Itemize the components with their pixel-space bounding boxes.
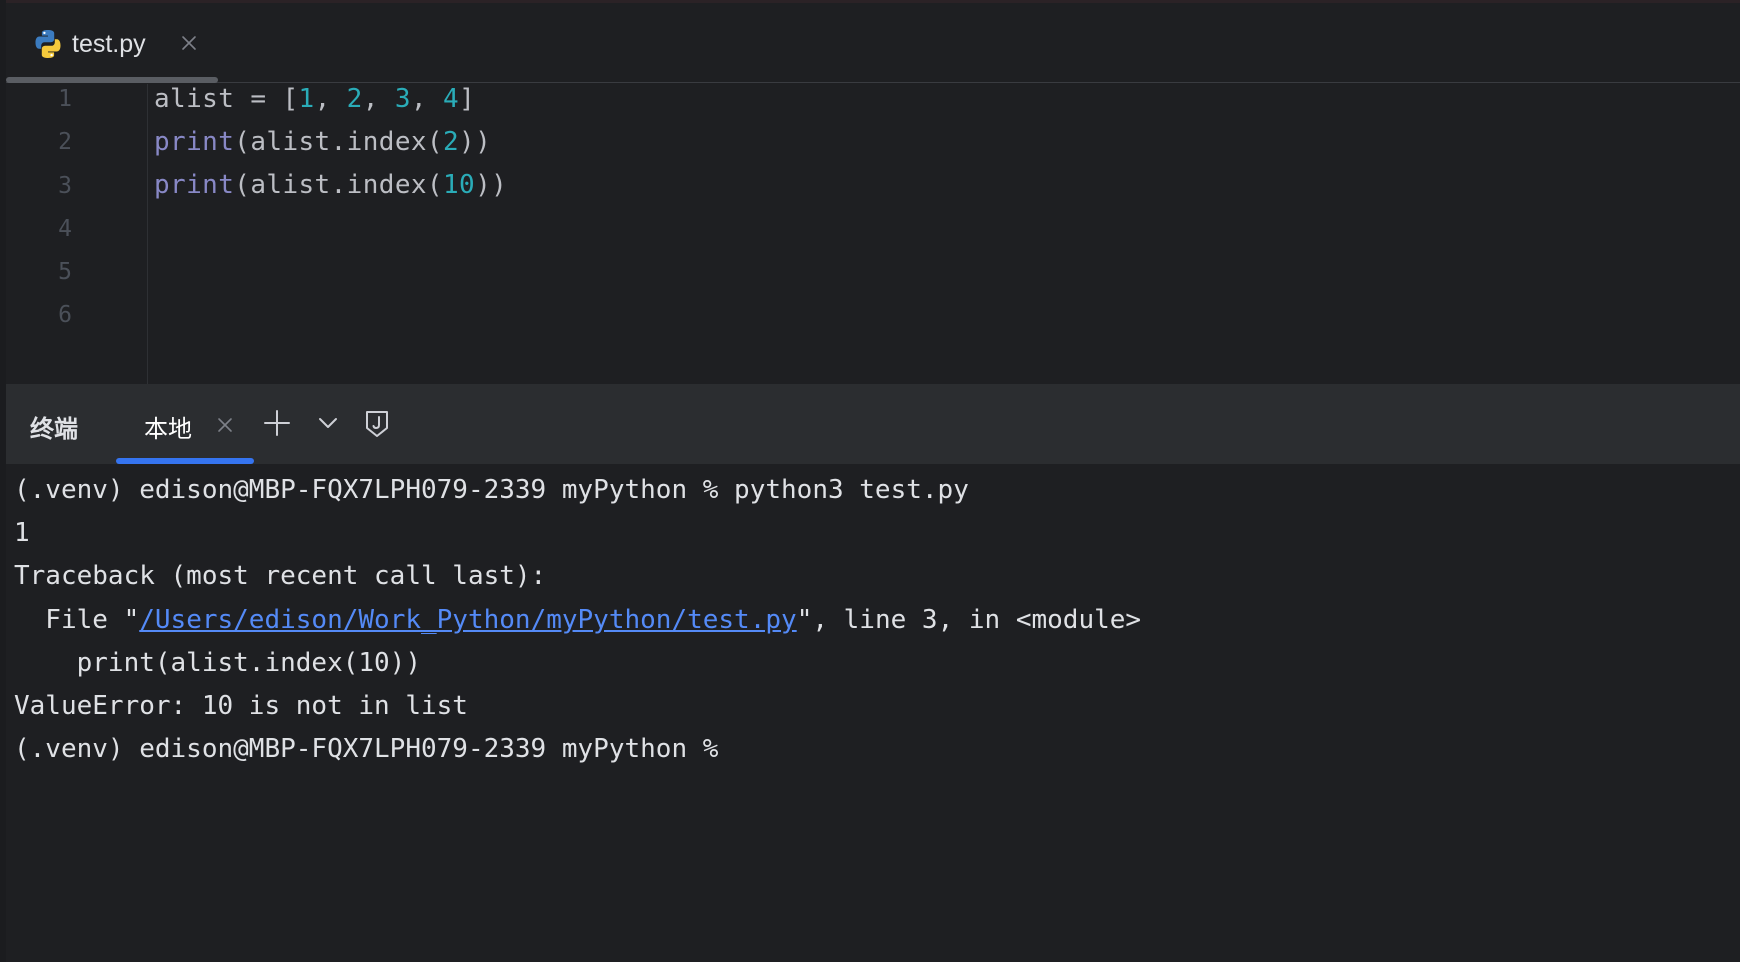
chevron-down-icon[interactable] xyxy=(311,406,345,440)
line-number: 1 xyxy=(58,86,72,112)
code-token: ] xyxy=(459,84,476,114)
editor-tab-label: test.py xyxy=(72,30,146,58)
code-token: )) xyxy=(475,170,508,200)
terminal-line: File "/Users/edison/Work_Python/myPython… xyxy=(14,605,1141,635)
code-builtin: print xyxy=(154,127,235,157)
line-number-gutter: 1 2 3 4 5 6 xyxy=(6,84,148,384)
terminal-line: ValueError: 10 is not in list xyxy=(14,691,468,721)
code-builtin: print xyxy=(154,170,235,200)
active-tab-indicator xyxy=(6,77,218,83)
code-token: , xyxy=(362,84,395,114)
line-number: 3 xyxy=(58,173,72,199)
editor-tab-test-py[interactable]: test.py xyxy=(6,3,218,83)
code-token: , xyxy=(314,84,347,114)
traceback-file-prefix: File " xyxy=(14,605,140,635)
terminal-line: 1 xyxy=(14,518,30,548)
terminal-line: print(alist.index(10)) xyxy=(14,648,421,678)
python-file-icon xyxy=(35,30,61,58)
code-line-1: alist = [1, 2, 3, 4] xyxy=(154,84,475,114)
code-number: 4 xyxy=(443,84,460,114)
line-number: 5 xyxy=(58,259,72,285)
code-line-3: print(alist.index(10)) xyxy=(154,170,507,200)
code-number: 10 xyxy=(442,170,476,200)
terminal-title: 终端 xyxy=(30,415,78,443)
terminal-tab-local[interactable]: 本地 xyxy=(114,384,258,464)
code-token: , xyxy=(410,84,444,114)
terminal-prompt[interactable]: (.venv) edison@MBP-FQX7LPH079-2339 myPyt… xyxy=(14,734,734,764)
code-token: = [ xyxy=(234,84,299,114)
traceback-file-link[interactable]: /Users/edison/Work_Python/myPython/test.… xyxy=(139,605,796,635)
code-token: (alist.index( xyxy=(234,127,443,157)
terminal-line: Traceback (most recent call last): xyxy=(14,561,547,591)
line-number: 4 xyxy=(58,216,72,242)
terminal-header: 终端 本地 xyxy=(6,384,1740,464)
code-number: 2 xyxy=(442,127,460,157)
terminal-tab-label: 本地 xyxy=(144,415,192,443)
code-number: 2 xyxy=(346,84,363,114)
shield-j-icon[interactable] xyxy=(360,406,394,440)
terminal-output[interactable]: (.venv) edison@MBP-FQX7LPH079-2339 myPyt… xyxy=(6,464,1740,962)
line-number: 6 xyxy=(58,302,72,328)
code-line-2: print(alist.index(2)) xyxy=(154,127,491,157)
close-terminal-tab-icon[interactable] xyxy=(214,414,236,436)
editor-tab-bar: test.py xyxy=(6,3,1740,83)
code-number: 3 xyxy=(394,84,411,114)
close-tab-icon[interactable] xyxy=(177,31,201,55)
line-number: 2 xyxy=(58,129,72,155)
traceback-file-suffix: ", line 3, in <module> xyxy=(796,605,1142,635)
terminal-line: (.venv) edison@MBP-FQX7LPH079-2339 myPyt… xyxy=(14,475,969,505)
code-token: )) xyxy=(459,127,492,157)
code-token: (alist.index( xyxy=(234,170,443,200)
new-terminal-plus-icon[interactable] xyxy=(260,406,294,440)
code-number: 1 xyxy=(298,84,315,114)
code-editor[interactable]: 1 2 3 4 5 6 alist = [1, 2, 3, 4] print(a… xyxy=(6,84,1740,384)
code-token: alist xyxy=(154,84,235,114)
